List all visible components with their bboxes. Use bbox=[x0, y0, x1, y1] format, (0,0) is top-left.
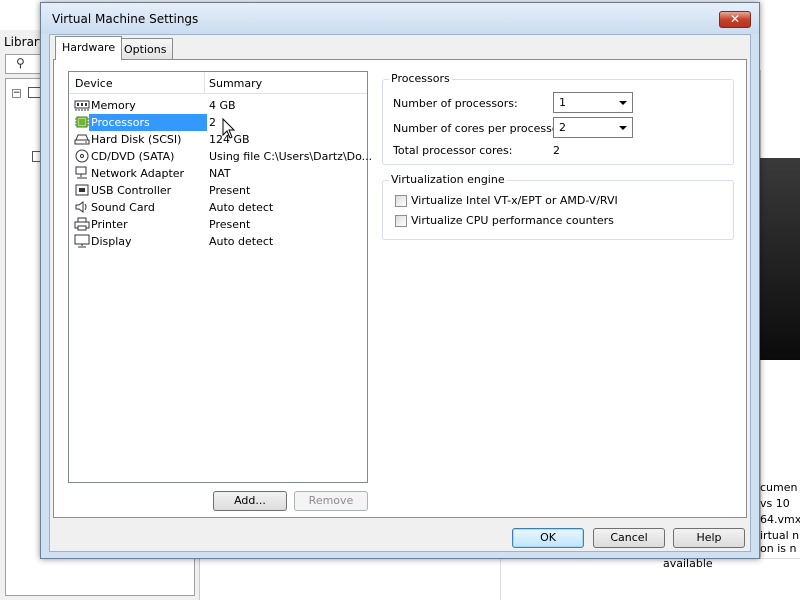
network-adapter-icon bbox=[75, 166, 87, 179]
device-summary: Auto detect bbox=[209, 201, 274, 214]
device-summary: Present bbox=[209, 218, 251, 231]
cancel-button[interactable]: Cancel bbox=[593, 528, 665, 548]
column-separator[interactable] bbox=[204, 72, 205, 94]
tree-collapse-icon[interactable]: − bbox=[12, 89, 21, 98]
remove-button[interactable]: Remove bbox=[294, 491, 368, 511]
dialog-title: Virtual Machine Settings bbox=[52, 12, 199, 26]
background-text-line: irtual n bbox=[760, 529, 800, 542]
tab-hardware[interactable]: Hardware bbox=[55, 36, 123, 60]
total-cores-label: Total processor cores: bbox=[393, 144, 513, 157]
device-name: USB Controller bbox=[91, 184, 172, 197]
device-row-display[interactable]: Display Auto detect bbox=[71, 233, 367, 250]
num-processors-select[interactable]: 1 bbox=[553, 92, 633, 113]
device-row-sound-card[interactable]: Sound Card Auto detect bbox=[71, 199, 367, 216]
device-name: CD/DVD (SATA) bbox=[91, 150, 175, 163]
dialog-titlebar[interactable]: Virtual Machine Settings ✕ bbox=[41, 3, 759, 34]
device-row-cd-dvd[interactable]: CD/DVD (SATA) Using file C:\Users\Dartz\… bbox=[71, 148, 372, 165]
device-summary: NAT bbox=[209, 167, 231, 180]
device-name: Memory bbox=[91, 99, 136, 112]
column-header-summary[interactable]: Summary bbox=[209, 77, 262, 90]
device-name: Processors bbox=[91, 116, 150, 129]
cores-per-processor-label: Number of cores per processor: bbox=[393, 122, 567, 135]
device-summary: Auto detect bbox=[209, 235, 274, 248]
background-text-line: vs 10 bbox=[760, 497, 790, 510]
background-text-line: 64.vmx bbox=[760, 513, 800, 526]
num-processors-value: 1 bbox=[559, 96, 566, 109]
device-row-processors[interactable]: Processors 2 bbox=[71, 114, 367, 131]
virtualize-vtx-label[interactable]: Virtualize Intel VT-x/EPT or AMD-V/RVI bbox=[411, 194, 618, 207]
device-row-memory[interactable]: Memory 4 GB bbox=[71, 97, 367, 114]
display-icon bbox=[74, 234, 90, 248]
cores-per-processor-value: 2 bbox=[559, 121, 566, 134]
device-name: Sound Card bbox=[91, 201, 155, 214]
tab-options[interactable]: Options bbox=[117, 38, 174, 60]
background-divider bbox=[500, 558, 501, 600]
device-name: Network Adapter bbox=[91, 167, 185, 180]
device-row-printer[interactable]: Printer Present bbox=[71, 216, 367, 233]
total-cores-value: 2 bbox=[553, 144, 560, 157]
virtual-machine-settings-dialog: Virtual Machine Settings ✕ Hardware Opti… bbox=[40, 2, 760, 559]
chevron-down-icon bbox=[619, 126, 627, 130]
library-search-box[interactable]: ⚲ bbox=[5, 54, 41, 74]
processors-group: Processors Number of processors: 1 Numbe… bbox=[382, 72, 734, 165]
device-row-network-adapter[interactable]: Network Adapter NAT bbox=[71, 165, 367, 182]
help-button[interactable]: Help bbox=[673, 528, 745, 548]
device-name: Printer bbox=[91, 218, 128, 231]
dialog-client-area: Hardware Options Device Summary Memory 4… bbox=[49, 34, 751, 552]
cd-dvd-icon bbox=[75, 149, 89, 163]
mouse-cursor-icon bbox=[222, 118, 236, 139]
device-list-header: Device Summary bbox=[69, 72, 367, 94]
column-header-device[interactable]: Device bbox=[75, 77, 113, 90]
num-processors-label: Number of processors: bbox=[393, 97, 518, 110]
device-row-usb-controller[interactable]: USB Controller Present bbox=[71, 182, 367, 199]
hardware-tab-panel: Device Summary Memory 4 GB Processors 2 … bbox=[53, 59, 747, 518]
device-name: Hard Disk (SCSI) bbox=[91, 133, 182, 146]
processors-group-title: Processors bbox=[389, 72, 452, 85]
device-summary: 2 bbox=[209, 116, 216, 129]
search-icon: ⚲ bbox=[16, 56, 25, 70]
add-button[interactable]: Add... bbox=[213, 491, 287, 511]
cores-per-processor-select[interactable]: 2 bbox=[553, 117, 633, 138]
background-text-line: on is n bbox=[760, 542, 797, 555]
close-button[interactable]: ✕ bbox=[719, 11, 751, 28]
virtualize-perf-counters-label[interactable]: Virtualize CPU performance counters bbox=[411, 214, 614, 227]
printer-icon bbox=[74, 217, 90, 231]
device-summary: Using file C:\Users\Dartz\Do... bbox=[209, 150, 373, 163]
virtualization-engine-group: Virtualization engine Virtualize Intel V… bbox=[382, 173, 734, 240]
device-row-hard-disk[interactable]: Hard Disk (SCSI) 124 GB bbox=[71, 131, 367, 148]
speaker-icon bbox=[75, 201, 87, 213]
device-summary: Present bbox=[209, 184, 251, 197]
chevron-down-icon bbox=[619, 101, 627, 105]
device-summary: 4 GB bbox=[209, 99, 236, 112]
virtualize-vtx-checkbox[interactable] bbox=[395, 195, 407, 207]
virtualization-group-title: Virtualization engine bbox=[389, 173, 507, 186]
device-name: Display bbox=[91, 235, 132, 248]
memory-icon bbox=[74, 100, 90, 111]
ok-button[interactable]: OK bbox=[512, 528, 584, 548]
hard-disk-icon bbox=[74, 134, 90, 145]
vm-preview-thumbnail bbox=[760, 158, 800, 360]
usb-controller-icon bbox=[75, 184, 89, 196]
device-list[interactable]: Device Summary Memory 4 GB Processors 2 … bbox=[68, 71, 372, 483]
background-text-line: cumen bbox=[760, 481, 798, 494]
virtualize-perf-counters-checkbox[interactable] bbox=[395, 215, 407, 227]
processor-icon bbox=[75, 116, 89, 128]
